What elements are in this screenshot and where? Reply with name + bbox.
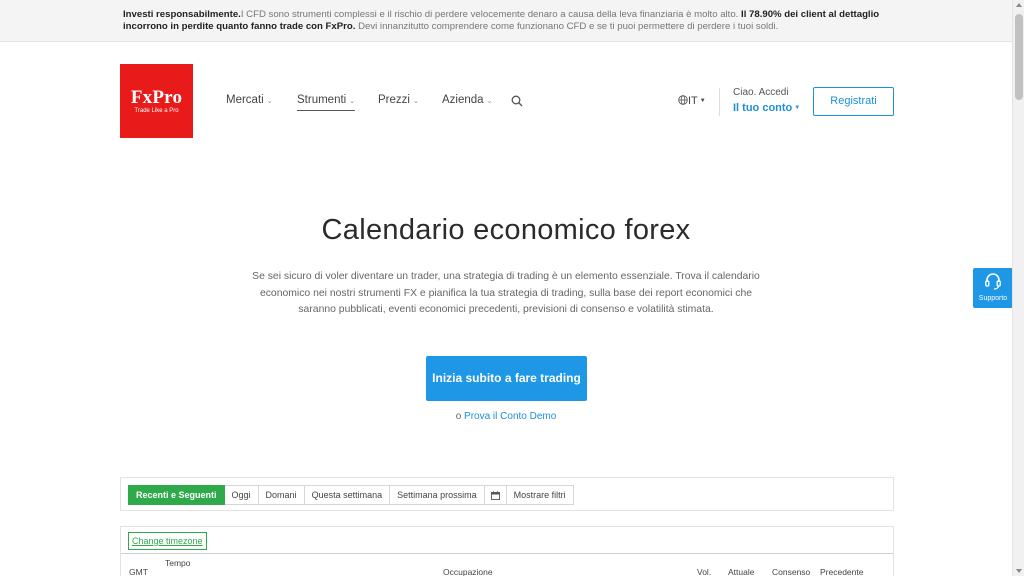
language-label: IT: [688, 95, 698, 107]
page-scrollbar[interactable]: [1012, 0, 1024, 576]
filter-tomorrow[interactable]: Domani: [258, 485, 305, 505]
nav-azienda[interactable]: Azienda ⌄: [442, 94, 492, 106]
header-divider: [719, 88, 720, 116]
nav-label: Strumenti: [297, 94, 347, 106]
caret-down-icon: ▼: [699, 98, 706, 105]
demo-prefix: o: [455, 411, 462, 422]
caret-down-icon: ▼: [794, 105, 801, 112]
page-title: Calendario economico forex: [321, 214, 691, 246]
risk-lead: Investi responsabilmente.: [123, 9, 241, 20]
page-description: Se sei sicuro di voler diventare un trad…: [252, 271, 760, 315]
risk-text-2: Devi innanzitutto comprendere come funzi…: [358, 21, 779, 32]
scroll-down-icon[interactable]: [1016, 569, 1022, 573]
demo-line: o Prova il Conto Demo: [0, 411, 1012, 422]
account-label: Il tuo conto: [733, 102, 793, 114]
globe-icon: [678, 95, 688, 105]
risk-warning-banner: Investi responsabilmente.I CFD sono stru…: [0, 0, 1012, 42]
nav-strumenti[interactable]: Strumenti ⌄: [297, 94, 356, 111]
scrollbar-thumb[interactable]: [1015, 14, 1023, 100]
chevron-down-icon: ⌄: [349, 98, 356, 105]
headset-icon: [985, 273, 1001, 290]
start-trading-button[interactable]: Inizia subito a fare trading: [426, 356, 587, 401]
filter-button-group: Recenti e Seguenti Oggi Domani Questa se…: [128, 485, 574, 505]
column-header-actual: Attuale: [728, 567, 755, 576]
register-button[interactable]: Registrati: [813, 87, 894, 116]
column-header-time: Tempo: [165, 558, 191, 568]
account-menu[interactable]: Il tuo conto ▼: [733, 102, 800, 114]
filter-next-week[interactable]: Settimana prossima: [390, 485, 485, 505]
column-header-volatility: Vol.: [697, 567, 712, 576]
nav-prezzi[interactable]: Prezzi ⌄: [378, 94, 419, 106]
nav-mercati[interactable]: Mercati ⌄: [226, 94, 273, 106]
chevron-down-icon: ⌄: [486, 98, 493, 105]
chevron-down-icon: ⌄: [266, 98, 273, 105]
demo-account-link[interactable]: Prova il Conto Demo: [464, 411, 556, 422]
calendar-icon: [490, 491, 500, 500]
column-header-previous: Precedente: [820, 567, 864, 576]
column-header-event: Occupazione: [443, 567, 493, 576]
risk-warning-text: Investi responsabilmente.I CFD sono stru…: [123, 9, 898, 33]
economic-calendar-table: Change timezone GMT Tempo Occupazione Vo…: [120, 526, 894, 576]
filter-today[interactable]: Oggi: [224, 485, 259, 505]
date-picker-button[interactable]: [484, 485, 507, 505]
table-header-divider: [121, 553, 893, 554]
filter-this-week[interactable]: Questa settimana: [304, 485, 391, 505]
calendar-filter-bar: Recenti e Seguenti Oggi Domani Questa se…: [120, 477, 894, 511]
support-label: Supporto: [978, 295, 1008, 302]
risk-text-1: I CFD sono strumenti complessi e il risc…: [240, 9, 739, 20]
show-filters-button[interactable]: Mostrare filtri: [506, 485, 574, 505]
logo-name: FxPro: [130, 87, 183, 108]
support-widget[interactable]: Supporto: [973, 268, 1013, 308]
fxpro-logo[interactable]: FxPro Trade Like a Pro: [120, 64, 193, 138]
nav-label: Azienda: [442, 94, 484, 106]
filter-recent-upcoming[interactable]: Recenti e Seguenti: [128, 485, 225, 505]
scroll-up-icon[interactable]: [1016, 3, 1022, 7]
chevron-down-icon: ⌄: [412, 98, 419, 105]
nav-label: Mercati: [226, 94, 264, 106]
nav-label: Prezzi: [378, 94, 410, 106]
column-header-consensus: Consenso: [772, 567, 811, 576]
change-timezone-button[interactable]: Change timezone: [128, 532, 207, 550]
logo-tagline: Trade Like a Pro: [134, 108, 179, 114]
column-header-gmt: GMT: [129, 567, 148, 576]
login-greeting[interactable]: Ciao. Accedi: [733, 87, 789, 98]
language-selector[interactable]: IT ▼: [678, 95, 706, 107]
search-icon[interactable]: [511, 95, 523, 107]
